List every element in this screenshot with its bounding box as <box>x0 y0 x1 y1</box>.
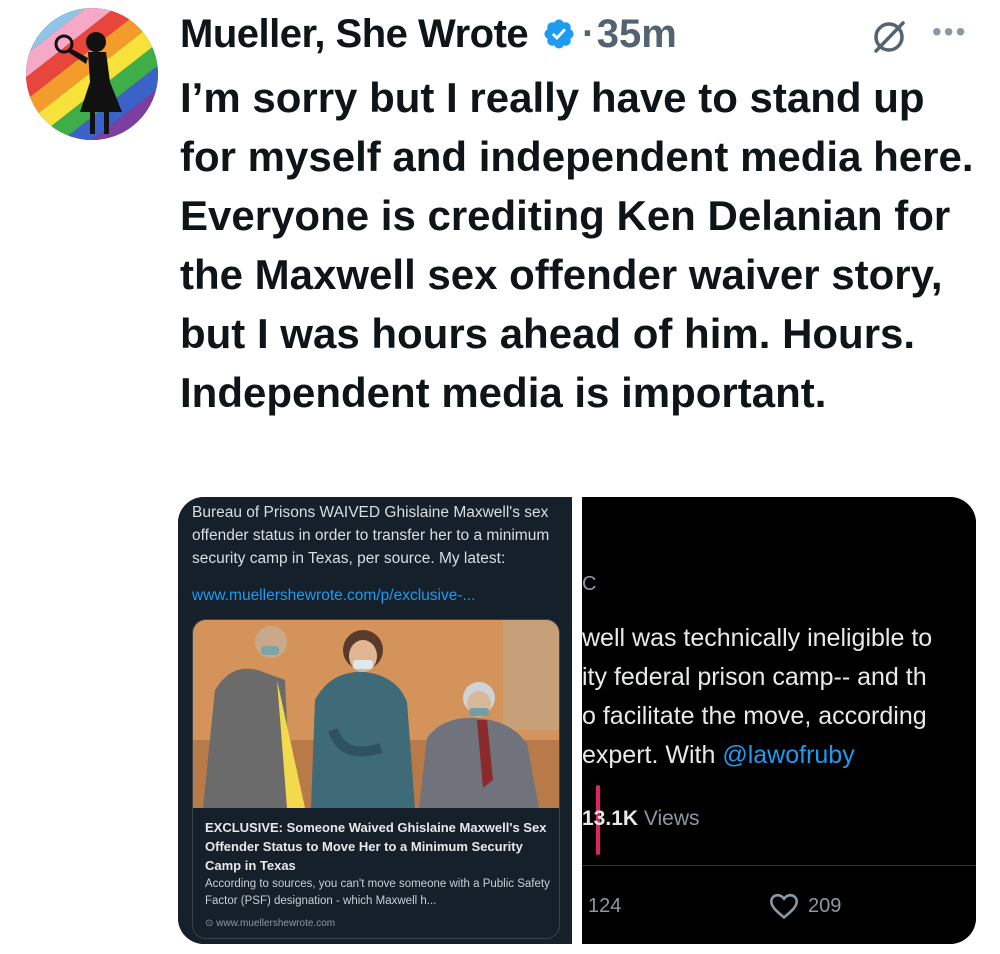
author-name[interactable]: Mueller, She Wrote <box>180 12 529 57</box>
cropped-line-1: well was technically ineligible to <box>582 624 933 652</box>
cropped-post-text: well was technically ineligible to ity f… <box>582 619 976 775</box>
link-card-domain: ⊙ www.muellershewrote.com <box>205 918 336 929</box>
grok-icon[interactable] <box>870 18 908 56</box>
link-card-title: EXCLUSIVE: Someone Waived Ghislaine Maxw… <box>205 820 547 873</box>
stats-divider <box>582 865 976 866</box>
meta-separator: · <box>582 12 595 55</box>
cropped-author-fragment: C <box>582 573 597 595</box>
cropped-line-3: o facilitate the move, according <box>582 702 927 730</box>
reply-count: 124 <box>588 895 622 917</box>
link-preview-card: EXCLUSIVE: Someone Waived Ghislaine Maxw… <box>192 619 560 939</box>
verified-badge-icon <box>544 19 574 49</box>
embedded-post-screenshot: Bureau of Prisons WAIVED Ghislaine Maxwe… <box>178 497 572 944</box>
view-count: 13.1K Views <box>582 807 700 831</box>
embedded-post-link: www.muellershewrote.com/p/exclusive-... <box>192 587 476 604</box>
author-avatar[interactable] <box>26 8 158 140</box>
more-options-icon[interactable]: ••• <box>932 18 967 46</box>
cropped-line-2: ity federal prison camp-- and th <box>582 663 927 691</box>
link-card-description: According to sources, you can't move som… <box>205 878 550 907</box>
post-time[interactable]: 35m <box>597 12 677 57</box>
view-count-label: Views <box>638 807 700 830</box>
courtroom-sketch-image <box>193 620 559 808</box>
media-divider <box>572 497 582 944</box>
cropped-post-screenshot: C well was technically ineligible to ity… <box>582 497 976 944</box>
like-count: 209 <box>808 895 842 917</box>
heart-icon <box>769 893 799 920</box>
tweet-media[interactable]: Bureau of Prisons WAIVED Ghislaine Maxwe… <box>178 497 976 944</box>
view-count-number: 13.1K <box>582 807 639 830</box>
mention-handle: @lawofruby <box>722 741 855 769</box>
tweet-text: I’m sorry but I really have to stand up … <box>180 74 974 416</box>
cropped-line-4-prefix: expert. With <box>582 741 723 769</box>
tweet-header: Mueller, She Wrote · 35m <box>180 4 677 64</box>
cropped-line-4: expert. With @lawofruby <box>582 736 976 775</box>
embedded-post-text: Bureau of Prisons WAIVED Ghislaine Maxwe… <box>192 504 550 567</box>
